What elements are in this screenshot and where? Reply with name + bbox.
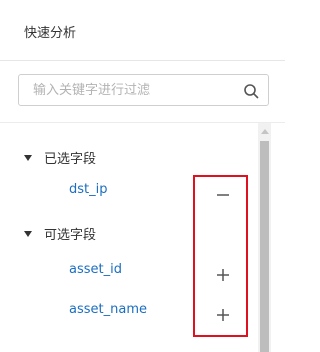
field-item-asset-id[interactable]: asset_id: [69, 262, 122, 277]
list-divider: [0, 122, 285, 123]
scrollbar-thumb[interactable]: [260, 141, 269, 352]
group-label: 可选字段: [44, 228, 97, 243]
panel-title: 快速分析: [24, 26, 77, 41]
scroll-up-arrow-icon[interactable]: [261, 129, 269, 134]
field-item-dst-ip[interactable]: dst_ip: [69, 182, 108, 197]
caret-down-icon[interactable]: [24, 154, 32, 161]
highlight-box: [193, 175, 248, 337]
search-box[interactable]: [18, 74, 269, 106]
group-selected-fields[interactable]: 已选字段: [24, 148, 96, 167]
group-available-fields[interactable]: 可选字段: [24, 224, 96, 243]
field-item-asset-name[interactable]: asset_name: [69, 302, 147, 317]
header-divider: [0, 60, 285, 61]
group-label: 已选字段: [44, 152, 97, 167]
search-icon[interactable]: [243, 83, 259, 99]
caret-down-icon[interactable]: [24, 230, 32, 237]
search-input[interactable]: [33, 81, 233, 99]
scrollbar-track[interactable]: [258, 123, 271, 352]
quick-analysis-panel: 快速分析 已选字段 dst_ip 可选字段 asset_id asset_nam…: [0, 0, 285, 352]
